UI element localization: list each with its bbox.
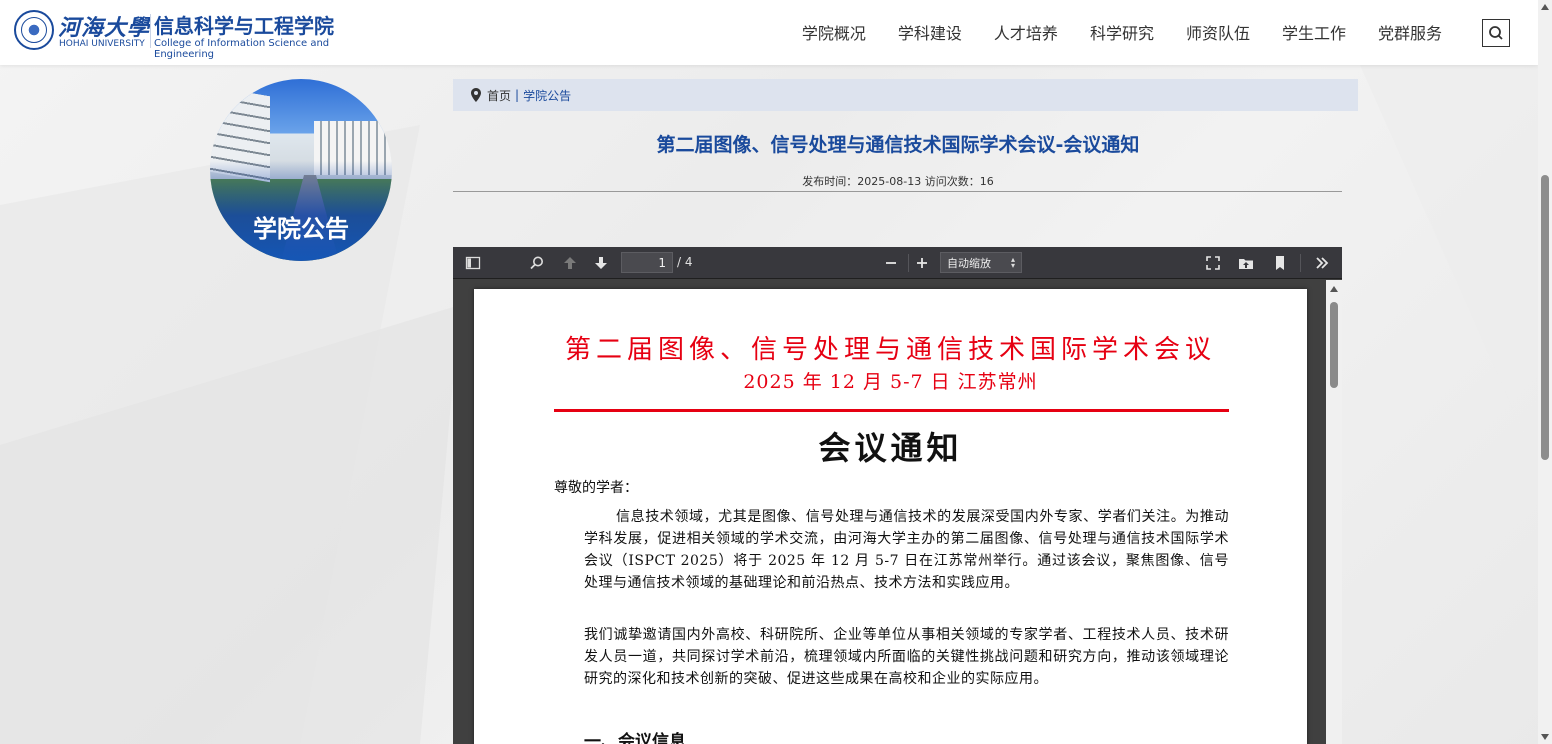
page-number-input[interactable] <box>621 252 673 273</box>
nav-item-faculty[interactable]: 师资队伍 <box>1186 20 1250 44</box>
zoom-select[interactable]: 自动缩放 ▴ ▾ <box>940 252 1022 273</box>
arrow-down-icon <box>595 257 607 269</box>
minus-icon <box>886 262 896 264</box>
location-pin-icon <box>471 88 481 102</box>
pdf-red-divider <box>554 409 1229 412</box>
folder-open-icon <box>1239 259 1253 269</box>
title-divider <box>453 191 1342 192</box>
scroll-down-icon[interactable] <box>1541 734 1549 740</box>
bookmark-icon <box>1276 256 1284 270</box>
pdf-toolbar: / 4 自动缩放 ▴▾ <box>453 247 1342 279</box>
nav-item-education[interactable]: 人才培养 <box>994 20 1058 44</box>
page-total: / 4 <box>677 255 693 269</box>
pdf-heading: 第二届图像、信号处理与通信技术国际学术会议 <box>564 335 1216 365</box>
article-title: 第二届图像、信号处理与通信技术国际学术会议-会议通知 <box>656 134 1140 156</box>
article-meta: 发布时间：2025-08-13 访问次数：16 <box>802 175 994 188</box>
presentation-mode-button[interactable] <box>1202 253 1224 273</box>
nav-item-party[interactable]: 党群服务 <box>1378 20 1442 44</box>
college-name-en: College of Information Science and Engin… <box>154 38 330 60</box>
zoom-in-button[interactable] <box>911 253 933 273</box>
find-icon <box>530 256 543 270</box>
page-scrollbar[interactable] <box>1538 0 1552 744</box>
pdf-paragraph: 信息技术领域，尤其是图像、信号处理与通信技术的发展深受国内外专家、学者们关注。为… <box>584 509 1229 591</box>
pdf-scrollbar[interactable] <box>1326 280 1342 744</box>
nav-item-research[interactable]: 科学研究 <box>1090 20 1154 44</box>
zoom-out-button[interactable] <box>880 253 902 273</box>
university-name-cn: 河海大學 <box>58 15 151 41</box>
scroll-up-icon[interactable] <box>1330 286 1338 292</box>
pdf-paragraph: 我们诚挚邀请国内外高校、科研院所、企业等单位从事相关领域的专家学者、工程技术人员… <box>584 627 1229 687</box>
double-chevron-right-icon <box>1316 257 1329 269</box>
nav-item-students[interactable]: 学生工作 <box>1282 20 1346 44</box>
breadcrumb-current[interactable]: 学院公告 <box>523 87 571 104</box>
select-caret-icon: ▴ ▾ <box>1010 255 1015 270</box>
scroll-up-icon[interactable] <box>1541 4 1549 10</box>
site-logo[interactable]: 河海大學 HOHAI UNIVERSITY 信息科学与工程学院 College … <box>14 8 374 60</box>
open-file-button[interactable] <box>1235 253 1257 273</box>
logo-divider <box>150 14 151 48</box>
college-name-cn: 信息科学与工程学院 <box>154 14 334 38</box>
pdf-viewer: / 4 自动缩放 ▴▾ <box>453 247 1342 744</box>
pdf-page: 第二届图像、信号处理与通信技术国际学术会议 2025 年 12 月 5-7 日 … <box>474 289 1307 744</box>
nav-item-overview[interactable]: 学院概况 <box>802 20 866 44</box>
university-name-en: HOHAI UNIVERSITY <box>59 39 145 49</box>
find-button[interactable] <box>526 253 548 273</box>
pdf-scrollbar-thumb[interactable] <box>1330 302 1338 388</box>
sidebar-toggle-button[interactable] <box>462 253 484 273</box>
breadcrumb: 首页 | 学院公告 <box>453 79 1358 111</box>
search-button[interactable] <box>1482 19 1510 47</box>
tools-button[interactable] <box>1311 253 1333 273</box>
search-icon <box>1489 26 1503 40</box>
pdf-salutation: 尊敬的学者： <box>554 480 638 496</box>
pdf-title: 会议通知 <box>818 429 963 467</box>
nav-item-discipline[interactable]: 学科建设 <box>898 20 962 44</box>
main-nav: 学院概况 学科建设 人才培养 科学研究 师资队伍 学生工作 党群服务 <box>770 20 1442 44</box>
breadcrumb-separator: | <box>515 88 520 102</box>
site-header: 河海大學 HOHAI UNIVERSITY 信息科学与工程学院 College … <box>0 0 1538 65</box>
section-badge: 学院公告 <box>210 79 392 261</box>
university-seal-icon <box>14 10 54 50</box>
zoom-select-value: 自动缩放 <box>947 256 991 270</box>
arrow-up-icon <box>564 257 576 269</box>
fullscreen-icon <box>1206 256 1220 270</box>
breadcrumb-home[interactable]: 首页 <box>487 87 511 104</box>
sidebar-toggle-icon <box>465 256 481 270</box>
pdf-subheading: 2025 年 12 月 5-7 日 江苏常州 <box>743 371 1038 393</box>
plus-icon <box>917 258 927 268</box>
previous-page-button[interactable] <box>559 253 581 273</box>
section-badge-label: 学院公告 <box>253 215 349 243</box>
pdf-section-heading: 一、会议信息 <box>584 732 686 744</box>
next-page-button[interactable] <box>590 253 612 273</box>
page-scrollbar-thumb[interactable] <box>1541 175 1549 460</box>
bookmark-button[interactable] <box>1269 253 1291 273</box>
